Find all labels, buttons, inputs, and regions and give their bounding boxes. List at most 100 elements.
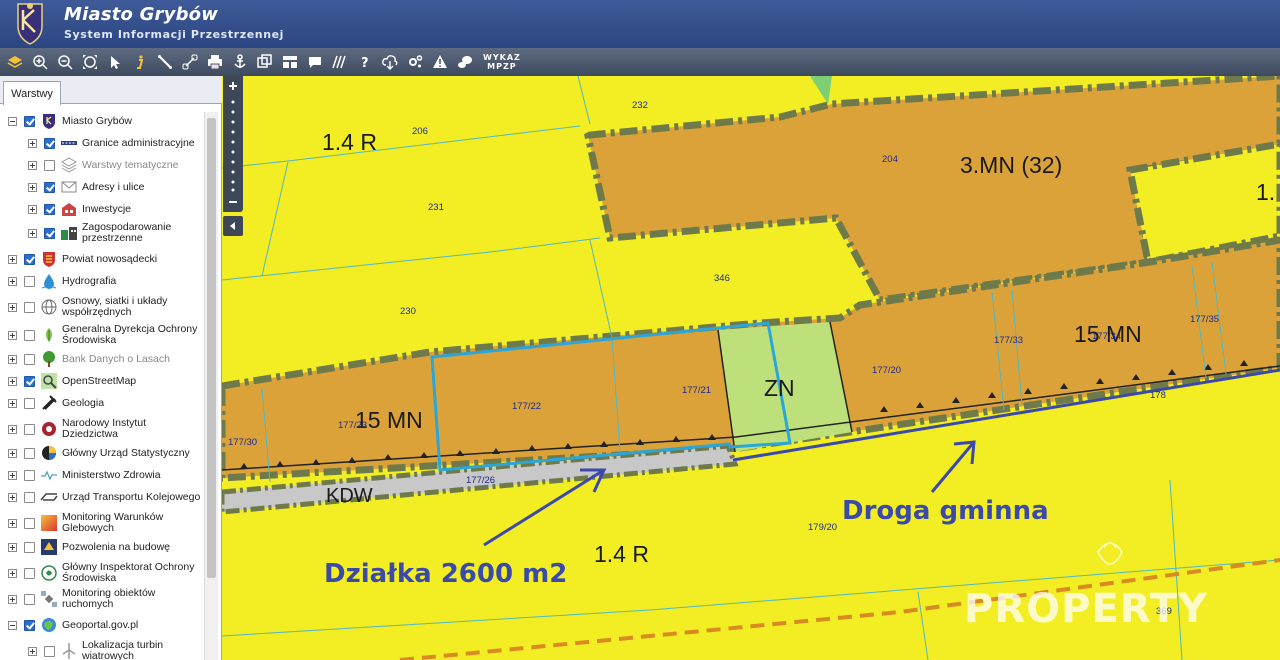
copy-icon[interactable] bbox=[254, 51, 276, 73]
expand-toggle[interactable] bbox=[8, 542, 17, 552]
layer-row[interactable]: Warstwy tematyczne bbox=[0, 156, 204, 174]
layer-visibility-checkbox[interactable] bbox=[24, 469, 35, 481]
expand-toggle[interactable] bbox=[8, 354, 17, 364]
layer-visibility-checkbox[interactable] bbox=[24, 375, 35, 387]
map-view[interactable]: 1.4 R 3.MN (32) 1. 15 MN 15 MN ZN KDW 1.… bbox=[222, 76, 1280, 660]
expand-toggle[interactable] bbox=[8, 330, 17, 340]
layer-row[interactable]: Inwestycje bbox=[0, 200, 204, 218]
layer-row[interactable]: Hydrografia bbox=[0, 272, 204, 290]
expand-toggle[interactable] bbox=[8, 492, 17, 502]
layers-icon[interactable] bbox=[4, 51, 26, 73]
layer-row[interactable]: Monitoring Warunków Glebowych bbox=[0, 512, 204, 534]
expand-toggle[interactable] bbox=[28, 204, 37, 214]
collapse-panel-button[interactable] bbox=[223, 216, 243, 236]
layer-row[interactable]: Osnowy, siatki i układy współrzędnych bbox=[0, 296, 204, 318]
city-crest-icon[interactable] bbox=[10, 0, 50, 48]
help-icon[interactable]: ? bbox=[354, 51, 376, 73]
expand-toggle[interactable] bbox=[8, 518, 17, 528]
layer-row[interactable]: Granice administracyjne bbox=[0, 134, 204, 152]
layer-visibility-checkbox[interactable] bbox=[24, 353, 35, 365]
print-icon[interactable] bbox=[204, 51, 226, 73]
layer-tree-scrollbar[interactable] bbox=[204, 112, 218, 660]
layer-visibility-checkbox[interactable] bbox=[44, 137, 55, 149]
anchor-icon[interactable] bbox=[229, 51, 251, 73]
layer-row[interactable]: Generalna Dyrekcja Ochrony Środowiska bbox=[0, 324, 204, 346]
expand-toggle[interactable] bbox=[8, 470, 17, 480]
layer-row[interactable]: Powiat nowosądecki bbox=[0, 250, 204, 268]
expand-toggle[interactable] bbox=[28, 228, 37, 238]
expand-toggle[interactable] bbox=[8, 302, 17, 312]
layer-visibility-checkbox[interactable] bbox=[44, 181, 55, 193]
layer-visibility-checkbox[interactable] bbox=[24, 253, 35, 265]
expand-toggle[interactable] bbox=[8, 376, 17, 386]
expand-toggle[interactable] bbox=[28, 160, 37, 170]
layer-row[interactable]: Bank Danych o Lasach bbox=[0, 350, 204, 368]
expand-toggle[interactable] bbox=[8, 398, 17, 408]
comment-icon[interactable] bbox=[304, 51, 326, 73]
layer-visibility-checkbox[interactable] bbox=[44, 227, 55, 239]
tab-layers[interactable]: Warstwy bbox=[3, 81, 61, 105]
layer-visibility-checkbox[interactable] bbox=[24, 593, 35, 605]
layer-visibility-checkbox[interactable] bbox=[44, 645, 55, 657]
zoom-slider[interactable] bbox=[231, 100, 235, 192]
warning-icon[interactable] bbox=[429, 51, 451, 73]
layer-visibility-checkbox[interactable] bbox=[44, 159, 55, 171]
settings-icon[interactable] bbox=[404, 51, 426, 73]
expand-toggle[interactable] bbox=[8, 276, 17, 286]
layer-visibility-checkbox[interactable] bbox=[24, 423, 35, 435]
layer-visibility-checkbox[interactable] bbox=[24, 541, 35, 553]
info-icon[interactable] bbox=[129, 51, 151, 73]
expand-toggle[interactable] bbox=[8, 594, 17, 604]
zoom-out-icon[interactable] bbox=[54, 51, 76, 73]
layer-label: Ministerstwo Zdrowia bbox=[62, 468, 161, 481]
layer-row[interactable]: Pozwolenia na budowę bbox=[0, 538, 204, 556]
expand-toggle[interactable] bbox=[28, 138, 37, 148]
layer-visibility-checkbox[interactable] bbox=[24, 447, 35, 459]
layer-visibility-checkbox[interactable] bbox=[24, 397, 35, 409]
layer-visibility-checkbox[interactable] bbox=[24, 275, 35, 287]
cloud-download-icon[interactable] bbox=[379, 51, 401, 73]
collapse-toggle[interactable] bbox=[8, 116, 17, 126]
measure-line-icon[interactable] bbox=[154, 51, 176, 73]
layer-visibility-checkbox[interactable] bbox=[24, 301, 35, 313]
hatch-icon[interactable] bbox=[329, 51, 351, 73]
layer-row[interactable]: Główny Inspektorat Ochrony Środowiska bbox=[0, 562, 204, 584]
pointer-icon[interactable] bbox=[104, 51, 126, 73]
wykaz-mpzp-button[interactable]: WYKAZ MPZP bbox=[483, 53, 521, 71]
layer-row[interactable]: Narodowy Instytut Dziedzictwa bbox=[0, 418, 204, 440]
expand-toggle[interactable] bbox=[28, 182, 37, 192]
layer-label: Lokalizacja turbin wiatrowych bbox=[82, 639, 164, 660]
layer-row[interactable]: Lokalizacja turbin wiatrowych bbox=[0, 640, 204, 660]
layer-row[interactable]: Geoportal.gov.pl bbox=[0, 616, 204, 634]
expand-toggle[interactable] bbox=[8, 424, 17, 434]
layer-visibility-checkbox[interactable] bbox=[44, 203, 55, 215]
layer-row[interactable]: OpenStreetMap bbox=[0, 372, 204, 390]
expand-toggle[interactable] bbox=[8, 448, 17, 458]
layer-visibility-checkbox[interactable] bbox=[24, 329, 35, 341]
layer-row[interactable]: Główny Urząd Statystyczny bbox=[0, 444, 204, 462]
chat-icon[interactable] bbox=[454, 51, 476, 73]
zoom-in-icon[interactable] bbox=[29, 51, 51, 73]
expand-toggle[interactable] bbox=[8, 568, 17, 578]
expand-toggle[interactable] bbox=[8, 254, 17, 264]
layer-visibility-checkbox[interactable] bbox=[24, 491, 35, 503]
layer-visibility-checkbox[interactable] bbox=[24, 619, 35, 631]
layer-row[interactable]: Urząd Transportu Kolejowego bbox=[0, 488, 204, 506]
layer-row[interactable]: Zagospodarowanie przestrzenne bbox=[0, 222, 204, 244]
scrollbar-thumb[interactable] bbox=[207, 118, 216, 578]
layer-visibility-checkbox[interactable] bbox=[24, 567, 35, 579]
layer-row[interactable]: Geologia bbox=[0, 394, 204, 412]
layout-icon[interactable] bbox=[279, 51, 301, 73]
layer-visibility-checkbox[interactable] bbox=[24, 115, 35, 127]
soil-icon bbox=[40, 514, 58, 532]
layer-row[interactable]: Ministerstwo Zdrowia bbox=[0, 466, 204, 484]
zoom-extent-icon[interactable] bbox=[79, 51, 101, 73]
layer-row[interactable]: Adresy i ulice bbox=[0, 178, 204, 196]
collapse-toggle[interactable] bbox=[8, 620, 17, 630]
measure-link-icon[interactable] bbox=[179, 51, 201, 73]
layer-row[interactable]: Miasto Grybów bbox=[0, 112, 204, 130]
layer-visibility-checkbox[interactable] bbox=[24, 517, 35, 529]
expand-toggle[interactable] bbox=[28, 646, 37, 656]
zoom-in-button[interactable] bbox=[229, 82, 237, 90]
layer-row[interactable]: Monitoring obiektów ruchomych bbox=[0, 588, 204, 610]
